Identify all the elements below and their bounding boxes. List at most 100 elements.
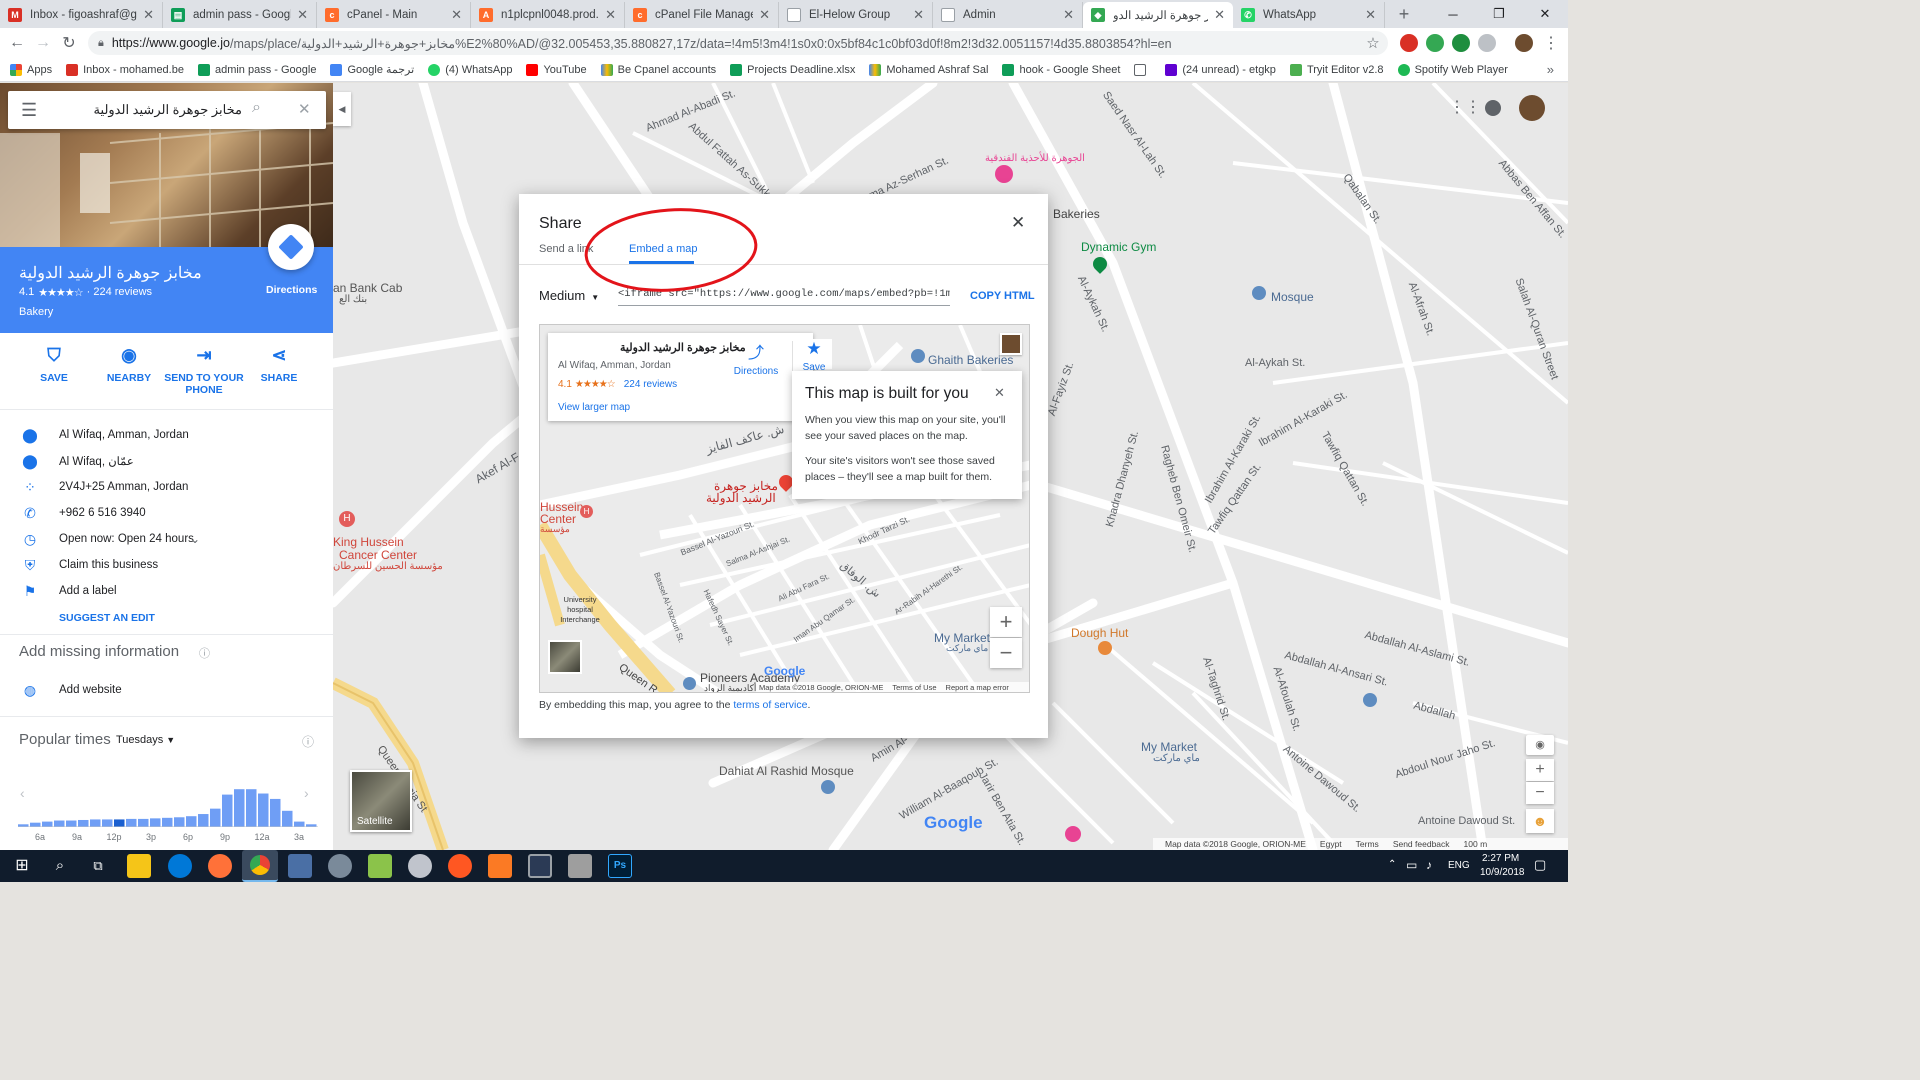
- zoom-in-button[interactable]: +: [1526, 759, 1554, 781]
- view-larger-map-link[interactable]: View larger map: [558, 402, 630, 413]
- browser-tab-file-manager[interactable]: c cPanel File Manager v3 ✕: [625, 2, 779, 28]
- windows-start-icon[interactable]: ⊞: [10, 854, 34, 878]
- embed-map-preview[interactable]: ش. عاكف الفايز Bassel Al-Yazouri St. Sal…: [539, 324, 1030, 693]
- add-website-row[interactable]: ◍ Add website: [0, 677, 333, 703]
- bookmark-hook[interactable]: hook - Google Sheet: [1002, 63, 1120, 76]
- action-center-icon[interactable]: ▢: [1534, 857, 1546, 873]
- address-row[interactable]: ⬤ Al Wifaq, Amman, Jordan: [0, 422, 333, 448]
- popular-times-bar[interactable]: [270, 798, 281, 827]
- plus-code-row[interactable]: ⁘ 2V4J+25 Amman, Jordan: [0, 474, 333, 500]
- save-button[interactable]: ⛉ SAVE: [14, 345, 94, 384]
- popular-times-bar[interactable]: [294, 821, 305, 827]
- bookmarks-overflow-icon[interactable]: »: [1547, 62, 1554, 77]
- pegman-icon[interactable]: ☻: [1526, 809, 1554, 833]
- popular-times-bar[interactable]: [78, 819, 89, 827]
- embed-terms-link[interactable]: Terms of Use: [892, 682, 936, 692]
- phone-row[interactable]: ✆ +962 6 516 3940: [0, 500, 333, 526]
- bookmark-mohamed[interactable]: Mohamed Ashraf Sal: [869, 63, 988, 76]
- bookmark-apps[interactable]: Apps: [10, 63, 52, 76]
- share-button[interactable]: ⋖ SHARE: [239, 345, 319, 384]
- edge-icon[interactable]: [168, 854, 192, 878]
- popular-times-bar[interactable]: [30, 822, 41, 827]
- embed-directions-button[interactable]: ⤴ Directions: [728, 339, 784, 377]
- apps-grid-icon[interactable]: ⋮⋮: [1449, 99, 1481, 117]
- task-view-icon[interactable]: ⧉: [86, 854, 110, 878]
- tray-chevron-icon[interactable]: ⌃: [1388, 859, 1396, 870]
- popular-times-bar[interactable]: [138, 818, 149, 827]
- window-close-button[interactable]: ✕: [1522, 0, 1568, 28]
- help-icon[interactable]: ⓘ: [302, 733, 314, 750]
- popular-times-bar[interactable]: [282, 810, 293, 827]
- bookmark-translate[interactable]: Google ترجمة: [330, 63, 414, 76]
- extension-icon[interactable]: [1478, 34, 1496, 52]
- extension-icon[interactable]: [1400, 34, 1418, 52]
- region-link[interactable]: Egypt: [1320, 838, 1342, 850]
- popular-times-bar[interactable]: [234, 789, 245, 827]
- restore-button[interactable]: ❐: [1476, 0, 1522, 28]
- address-local-row[interactable]: ⬤ Al Wifaq, عمّان: [0, 448, 333, 474]
- help-icon[interactable]: ⓘ: [199, 645, 210, 661]
- embed-save-button[interactable]: ★ Save: [796, 339, 832, 373]
- popular-times-bar[interactable]: [66, 820, 77, 827]
- embed-zoom-out-button[interactable]: −: [990, 638, 1022, 668]
- bookmark-yahoo[interactable]: (24 unread) - etgkp: [1165, 63, 1276, 76]
- notifications-icon[interactable]: [1485, 100, 1501, 116]
- bookmark-admin-pass[interactable]: admin pass - Google: [197, 63, 316, 76]
- claim-row[interactable]: ⛨ Claim this business: [0, 552, 333, 578]
- send-to-phone-button[interactable]: ⇥ SEND TO YOUR PHONE: [164, 345, 244, 396]
- bookmark-whatsapp[interactable]: (4) WhatsApp: [428, 63, 512, 76]
- review-count-link[interactable]: · 224 reviews: [87, 286, 152, 299]
- popular-times-bar[interactable]: [150, 818, 161, 827]
- profile-avatar[interactable]: [1515, 34, 1533, 52]
- zoom-out-button[interactable]: −: [1526, 782, 1554, 804]
- popular-times-bar[interactable]: [246, 789, 257, 827]
- embed-satellite-thumb[interactable]: [548, 640, 582, 674]
- embed-report-link[interactable]: Report a map error: [946, 682, 1009, 692]
- browser-tab-whatsapp[interactable]: ✆ WhatsApp ✕: [1233, 2, 1385, 28]
- app-icon[interactable]: [288, 854, 312, 878]
- chrome-icon[interactable]: [242, 850, 278, 882]
- popular-times-bar[interactable]: [174, 817, 185, 827]
- directions-button[interactable]: [268, 224, 314, 270]
- label-row[interactable]: ⚑ Add a label: [0, 578, 333, 604]
- browser-tab-gmail[interactable]: M Inbox - figoashraf@gm ✕: [0, 2, 163, 28]
- day-selector[interactable]: Tuesdays ▼: [116, 734, 175, 746]
- bookmark-spotify[interactable]: Spotify Web Player: [1397, 63, 1508, 76]
- popular-times-bar[interactable]: [210, 808, 221, 827]
- browser-tab-admin[interactable]: Admin ✕: [933, 2, 1083, 28]
- extension-icon[interactable]: [1452, 34, 1470, 52]
- popular-times-bar[interactable]: [162, 817, 173, 827]
- volume-icon[interactable]: ♪: [1426, 858, 1432, 872]
- popular-times-bar[interactable]: [90, 819, 101, 827]
- back-icon[interactable]: ←: [6, 32, 28, 54]
- terms-link[interactable]: Terms: [1356, 838, 1379, 850]
- popular-times-bar[interactable]: [258, 793, 269, 827]
- app-icon[interactable]: [328, 854, 352, 878]
- file-explorer-icon[interactable]: [127, 854, 151, 878]
- xampp-icon[interactable]: [488, 854, 512, 878]
- clock-date[interactable]: 10/9/2018: [1480, 867, 1525, 878]
- browser-tab-cpanel[interactable]: c cPanel - Main ✕: [317, 2, 471, 28]
- popular-times-bar[interactable]: [54, 820, 65, 827]
- extension-icon[interactable]: [1426, 34, 1444, 52]
- reload-icon[interactable]: ↻: [58, 32, 80, 54]
- copy-html-button[interactable]: COPY HTML: [970, 290, 1035, 302]
- close-icon[interactable]: ✕: [1063, 7, 1074, 23]
- browser-tab-host[interactable]: A n1plcpnl0048.prod.ams ✕: [471, 2, 625, 28]
- search-icon[interactable]: ⌕: [252, 99, 261, 117]
- close-icon[interactable]: ✕: [143, 7, 154, 23]
- bookmark-inbox[interactable]: Inbox - mohamed.be: [66, 63, 184, 76]
- selected-place-pin[interactable]: [776, 472, 796, 495]
- browser-tab-elhelow[interactable]: El-Helow Group ✕: [779, 2, 933, 28]
- bookmark-tryit[interactable]: Tryit Editor v2.8: [1289, 63, 1384, 76]
- close-icon[interactable]: ✕: [605, 7, 616, 23]
- suggest-edit-link[interactable]: SUGGEST AN EDIT: [59, 612, 155, 624]
- embed-zoom-in-button[interactable]: +: [990, 607, 1022, 637]
- user-avatar[interactable]: [1519, 95, 1545, 121]
- popular-times-bar[interactable]: [42, 821, 53, 827]
- close-icon[interactable]: ✕: [913, 7, 924, 23]
- new-tab-button[interactable]: +: [1388, 0, 1420, 28]
- menu-icon[interactable]: ☰: [21, 100, 37, 121]
- close-icon[interactable]: ✕: [1214, 7, 1225, 23]
- chevron-down-icon[interactable]: ⌄: [190, 532, 200, 546]
